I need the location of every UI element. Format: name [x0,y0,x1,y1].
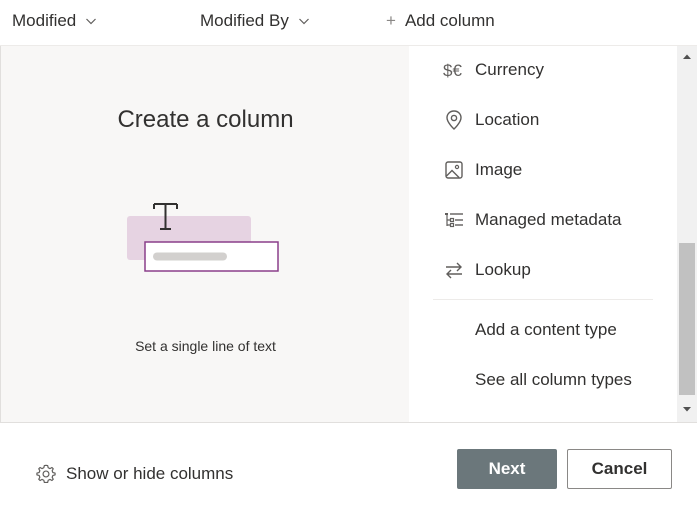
svg-text:$€: $€ [443,61,462,80]
chevron-down-icon [298,18,309,25]
location-icon [442,108,466,132]
column-header-row: Modified Modified By + Add column [0,0,697,46]
column-type-label: Image [475,160,523,179]
plus-icon: + [386,11,396,30]
column-type-label: Currency [475,60,544,79]
chevron-down-icon [86,18,97,25]
column-type-location[interactable]: Location [409,100,677,140]
vertical-scrollbar[interactable] [677,46,697,422]
add-column-button[interactable]: + Add column [386,10,495,32]
column-header-modified-by[interactable]: Modified By [200,10,310,32]
column-type-list: $€ Currency Location Image Managed metad… [409,46,677,422]
image-icon [442,158,466,182]
column-type-label: Managed metadata [475,210,622,229]
option-label: Add a content type [475,320,617,339]
preview-caption: Set a single line of text [135,338,276,354]
show-hide-columns-button[interactable]: Show or hide columns [35,463,233,485]
scroll-thumb[interactable] [679,243,695,395]
column-preview-panel: Create a column Set a single line of tex… [0,46,409,422]
text-column-illustration [127,203,279,272]
gear-icon [36,464,56,484]
cancel-button[interactable]: Cancel [567,449,672,489]
see-all-column-types-option[interactable]: See all column types [409,360,677,400]
lookup-icon [442,258,466,282]
column-type-label: Location [475,110,540,129]
column-header-label: Modified [12,11,77,30]
panel-footer: Show or hide columns Next Cancel [0,422,697,522]
column-type-image[interactable]: Image [409,150,677,190]
scroll-down-arrow[interactable] [677,400,697,418]
next-button[interactable]: Next [457,449,557,489]
column-type-currency[interactable]: $€ Currency [409,50,677,90]
column-header-modified[interactable]: Modified [12,10,97,32]
option-label: See all column types [475,370,632,389]
managed-metadata-icon [442,208,466,232]
list-divider [433,299,653,300]
caret-down-icon [683,407,691,412]
column-type-lookup[interactable]: Lookup [409,250,677,290]
preview-title: Create a column [117,106,294,133]
caret-up-icon [683,54,691,59]
add-column-label: Add column [404,11,495,30]
show-hide-columns-label: Show or hide columns [66,464,234,483]
currency-icon: $€ [442,58,466,82]
scroll-up-arrow[interactable] [677,48,697,66]
column-type-managed-metadata[interactable]: Managed metadata [409,200,677,240]
column-header-label: Modified By [200,11,289,30]
add-content-type-option[interactable]: Add a content type [409,310,677,350]
column-type-label: Lookup [475,260,531,279]
